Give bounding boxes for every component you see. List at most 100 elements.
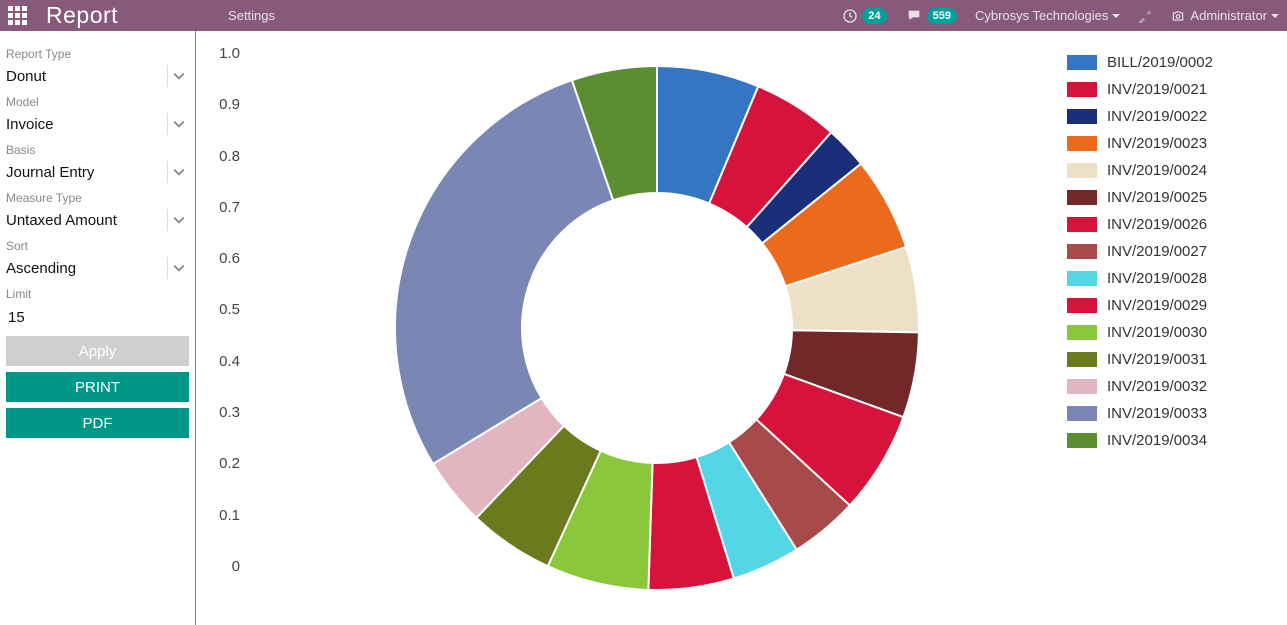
camera-icon <box>1170 9 1186 23</box>
legend-item[interactable]: INV/2019/0030 <box>1067 319 1277 346</box>
axis-tick: 0 <box>232 558 240 575</box>
basis-dropdown[interactable] <box>167 161 189 183</box>
apply-button[interactable]: Apply <box>6 336 189 366</box>
legend-item[interactable]: INV/2019/0025 <box>1067 184 1277 211</box>
y-axis: 1.0 0.9 0.8 0.7 0.6 0.5 0.4 0.3 0.2 0.1 0 <box>196 31 246 625</box>
caret-down-icon <box>1271 14 1279 18</box>
sort-dropdown[interactable] <box>167 257 189 279</box>
legend-swatch <box>1067 379 1097 394</box>
legend-item[interactable]: INV/2019/0026 <box>1067 211 1277 238</box>
legend-label: INV/2019/0021 <box>1107 81 1207 98</box>
legend-swatch <box>1067 298 1097 313</box>
legend-label: INV/2019/0025 <box>1107 189 1207 206</box>
legend-item[interactable]: INV/2019/0033 <box>1067 400 1277 427</box>
legend-swatch <box>1067 82 1097 97</box>
axis-tick: 0.8 <box>219 148 240 165</box>
axis-tick: 0.5 <box>219 301 240 318</box>
chart-legend: BILL/2019/0002 INV/2019/0021 INV/2019/0022… <box>1067 31 1287 625</box>
legend-label: INV/2019/0027 <box>1107 243 1207 260</box>
legend-swatch <box>1067 136 1097 151</box>
chevron-down-icon <box>173 262 185 274</box>
app-title: Report <box>46 2 118 29</box>
report-type-value[interactable]: Donut <box>6 66 167 87</box>
legend-swatch <box>1067 406 1097 421</box>
sidebar-panel: Report Type Donut Model Invoice Basis Jo… <box>0 31 196 625</box>
axis-tick: 0.7 <box>219 199 240 216</box>
donut-slice[interactable] <box>394 80 612 464</box>
legend-label: INV/2019/0034 <box>1107 432 1207 449</box>
legend-label: INV/2019/0031 <box>1107 351 1207 368</box>
chat-icon <box>905 8 923 24</box>
chevron-down-icon <box>173 214 185 226</box>
axis-tick: 0.2 <box>219 455 240 472</box>
axis-tick: 0.6 <box>219 250 240 267</box>
measure-type-label: Measure Type <box>6 191 189 205</box>
top-navbar: Report Settings 24 559 Cybrosys Technolo… <box>0 0 1287 31</box>
legend-label: INV/2019/0028 <box>1107 270 1207 287</box>
report-type-label: Report Type <box>6 47 189 61</box>
chart-area: 1.0 0.9 0.8 0.7 0.6 0.5 0.4 0.3 0.2 0.1 0 BILL/201… <box>196 31 1287 625</box>
company-switcher[interactable]: Cybrosys Technologies <box>975 8 1120 23</box>
legend-swatch <box>1067 163 1097 178</box>
report-type-dropdown[interactable] <box>167 65 189 87</box>
axis-tick: 0.4 <box>219 353 240 370</box>
chevron-down-icon <box>173 118 185 130</box>
apps-icon[interactable] <box>8 6 28 26</box>
donut-chart <box>392 63 922 593</box>
legend-item[interactable]: INV/2019/0027 <box>1067 238 1277 265</box>
measure-type-dropdown[interactable] <box>167 209 189 231</box>
legend-item[interactable]: INV/2019/0021 <box>1067 76 1277 103</box>
axis-tick: 0.3 <box>219 404 240 421</box>
legend-item[interactable]: INV/2019/0029 <box>1067 292 1277 319</box>
axis-tick: 0.1 <box>219 507 240 524</box>
planner-count: 24 <box>862 8 886 24</box>
axis-tick: 0.9 <box>219 96 240 113</box>
legend-label: INV/2019/0026 <box>1107 216 1207 233</box>
discuss-count: 559 <box>927 8 957 24</box>
legend-item[interactable]: INV/2019/0024 <box>1067 157 1277 184</box>
legend-item[interactable]: INV/2019/0022 <box>1067 103 1277 130</box>
discuss-indicator[interactable]: 559 <box>905 8 957 24</box>
basis-value[interactable]: Journal Entry <box>6 162 167 183</box>
legend-item[interactable]: BILL/2019/0002 <box>1067 49 1277 76</box>
limit-input[interactable] <box>6 305 189 330</box>
chevron-down-icon <box>173 166 185 178</box>
model-value[interactable]: Invoice <box>6 114 167 135</box>
legend-swatch <box>1067 217 1097 232</box>
legend-label: INV/2019/0030 <box>1107 324 1207 341</box>
legend-label: INV/2019/0033 <box>1107 405 1207 422</box>
legend-label: INV/2019/0032 <box>1107 378 1207 395</box>
legend-label: INV/2019/0023 <box>1107 135 1207 152</box>
print-button[interactable]: PRINT <box>6 372 189 402</box>
model-label: Model <box>6 95 189 109</box>
legend-item[interactable]: INV/2019/0032 <box>1067 373 1277 400</box>
legend-label: INV/2019/0022 <box>1107 108 1207 125</box>
legend-label: INV/2019/0029 <box>1107 297 1207 314</box>
legend-swatch <box>1067 325 1097 340</box>
pdf-button[interactable]: PDF <box>6 408 189 438</box>
measure-type-value[interactable]: Untaxed Amount <box>6 210 167 231</box>
debug-icon[interactable] <box>1138 9 1152 23</box>
legend-swatch <box>1067 190 1097 205</box>
legend-item[interactable]: INV/2019/0031 <box>1067 346 1277 373</box>
axis-tick: 1.0 <box>219 45 240 62</box>
chevron-down-icon <box>173 70 185 82</box>
clock-icon <box>842 8 858 24</box>
model-dropdown[interactable] <box>167 113 189 135</box>
legend-item[interactable]: INV/2019/0023 <box>1067 130 1277 157</box>
sort-label: Sort <box>6 239 189 253</box>
user-menu[interactable]: Administrator <box>1170 8 1279 23</box>
legend-label: INV/2019/0024 <box>1107 162 1207 179</box>
sort-value[interactable]: Ascending <box>6 258 167 279</box>
nav-settings[interactable]: Settings <box>228 8 275 23</box>
legend-swatch <box>1067 433 1097 448</box>
legend-swatch <box>1067 271 1097 286</box>
limit-label: Limit <box>6 287 189 301</box>
legend-item[interactable]: INV/2019/0034 <box>1067 427 1277 454</box>
legend-swatch <box>1067 244 1097 259</box>
planner-indicator[interactable]: 24 <box>842 8 886 24</box>
basis-label: Basis <box>6 143 189 157</box>
caret-down-icon <box>1112 14 1120 18</box>
legend-item[interactable]: INV/2019/0028 <box>1067 265 1277 292</box>
legend-swatch <box>1067 109 1097 124</box>
